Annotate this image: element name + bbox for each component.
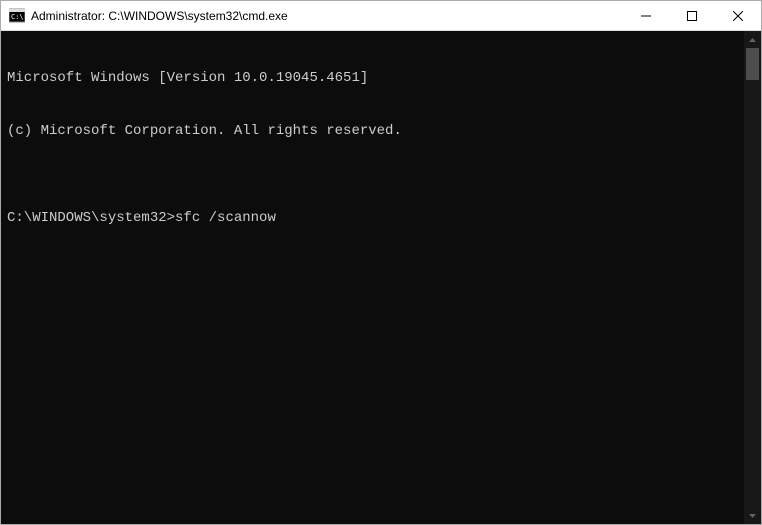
- minimize-icon: [641, 11, 651, 21]
- close-button[interactable]: [715, 1, 761, 30]
- scrollbar-thumb[interactable]: [746, 48, 759, 80]
- vertical-scrollbar[interactable]: [744, 31, 761, 524]
- window-controls: [623, 1, 761, 30]
- prompt-text: C:\WINDOWS\system32>: [7, 210, 175, 226]
- terminal-content[interactable]: Microsoft Windows [Version 10.0.19045.46…: [1, 31, 744, 524]
- minimize-button[interactable]: [623, 1, 669, 30]
- svg-text:C:\: C:\: [11, 13, 24, 21]
- copyright-line: (c) Microsoft Corporation. All rights re…: [7, 123, 738, 141]
- chevron-up-icon: [749, 38, 756, 42]
- version-line: Microsoft Windows [Version 10.0.19045.46…: [7, 70, 738, 88]
- maximize-button[interactable]: [669, 1, 715, 30]
- close-icon: [733, 11, 743, 21]
- cmd-icon: C:\: [9, 8, 25, 24]
- window-title: Administrator: C:\WINDOWS\system32\cmd.e…: [31, 9, 623, 23]
- command-text: sfc /scannow: [175, 210, 276, 226]
- titlebar[interactable]: C:\ Administrator: C:\WINDOWS\system32\c…: [1, 1, 761, 31]
- scroll-up-button[interactable]: [744, 31, 761, 48]
- prompt-line: C:\WINDOWS\system32>sfc /scannow: [7, 210, 738, 228]
- chevron-down-icon: [749, 514, 756, 518]
- maximize-icon: [687, 11, 697, 21]
- scroll-down-button[interactable]: [744, 507, 761, 524]
- terminal-area[interactable]: Microsoft Windows [Version 10.0.19045.46…: [1, 31, 761, 524]
- command-prompt-window: C:\ Administrator: C:\WINDOWS\system32\c…: [0, 0, 762, 525]
